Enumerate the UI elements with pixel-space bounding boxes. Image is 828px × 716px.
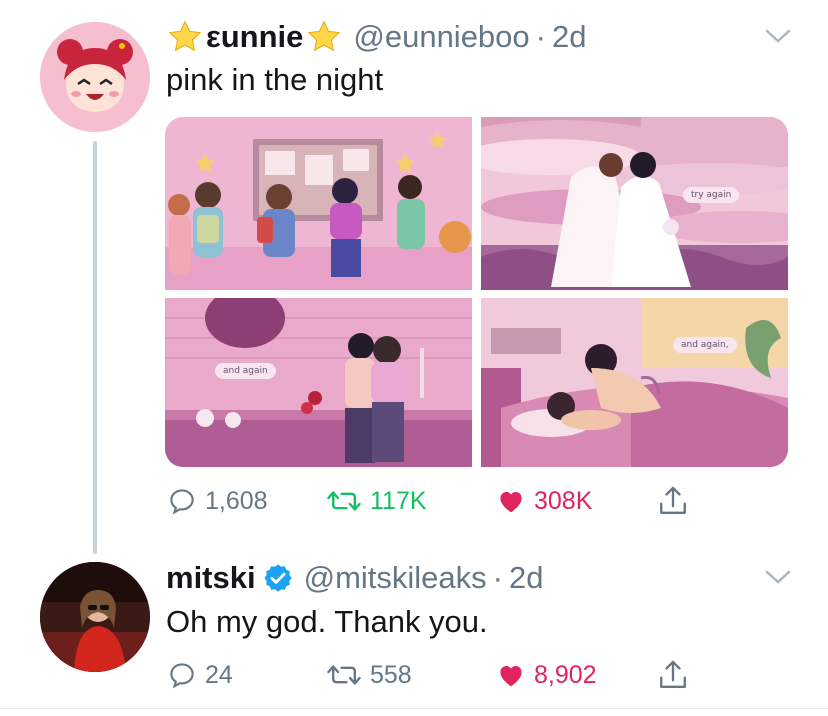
handle[interactable]: @eunnieboo [353,19,529,55]
reply-count: 1,608 [205,486,268,515]
thread-connector-line [93,141,97,554]
reply-button[interactable]: 24 [167,660,233,690]
share-icon [660,660,686,688]
reply-button[interactable]: 1,608 [167,486,268,516]
media-image-1[interactable] [165,117,472,290]
star-icon [168,20,202,52]
tweet-divider [0,708,828,709]
reply-count: 24 [205,660,233,689]
share-button[interactable] [657,658,697,692]
retweet-count: 558 [370,660,412,689]
timestamp[interactable]: 2d [552,19,586,55]
panel-caption-try-again: try again [683,187,740,203]
media-image-4[interactable] [481,298,788,467]
tweet-header: mitski @mitskileaks · 2d [166,558,543,598]
retweet-count: 117K [370,486,427,515]
separator-dot: · [535,19,546,54]
tweet-header: εunnie @eunnieboo · 2d [166,17,586,57]
like-button[interactable]: 308K [496,486,592,516]
panel-caption-and-again: and again [215,363,276,379]
media-image-3[interactable] [165,298,472,467]
chevron-down-icon[interactable] [763,26,793,46]
avatar-eunnieboo[interactable] [40,22,150,132]
tweet-media-grid[interactable]: try again and again and again, [165,117,788,467]
share-icon [660,486,686,514]
share-button[interactable] [657,484,697,518]
heart-icon [500,492,522,513]
display-name[interactable]: mitski [166,560,256,596]
separator-dot: · [492,560,503,595]
star-icon [308,20,341,52]
timestamp[interactable]: 2d [509,560,543,596]
like-count: 308K [534,486,593,515]
like-button[interactable]: 8,902 [496,660,597,690]
media-image-2[interactable] [481,117,788,290]
retweet-icon [327,665,361,685]
tweet-text: Oh my god. Thank you. [166,604,488,639]
avatar-mitskileaks[interactable] [40,562,150,672]
reply-icon [170,663,194,689]
heart-icon [500,666,522,687]
chevron-down-icon[interactable] [763,567,793,587]
display-name[interactable]: εunnie [206,19,303,55]
tweet-text: pink in the night [166,62,384,97]
verified-badge-icon [264,564,292,592]
panel-caption-and-again-comma: and again, [673,337,737,353]
retweet-icon [327,491,361,511]
reply-icon [170,489,194,515]
retweet-button[interactable]: 117K [326,486,427,516]
handle[interactable]: @mitskileaks [304,560,487,596]
like-count: 8,902 [534,660,597,689]
retweet-button[interactable]: 558 [326,660,412,690]
